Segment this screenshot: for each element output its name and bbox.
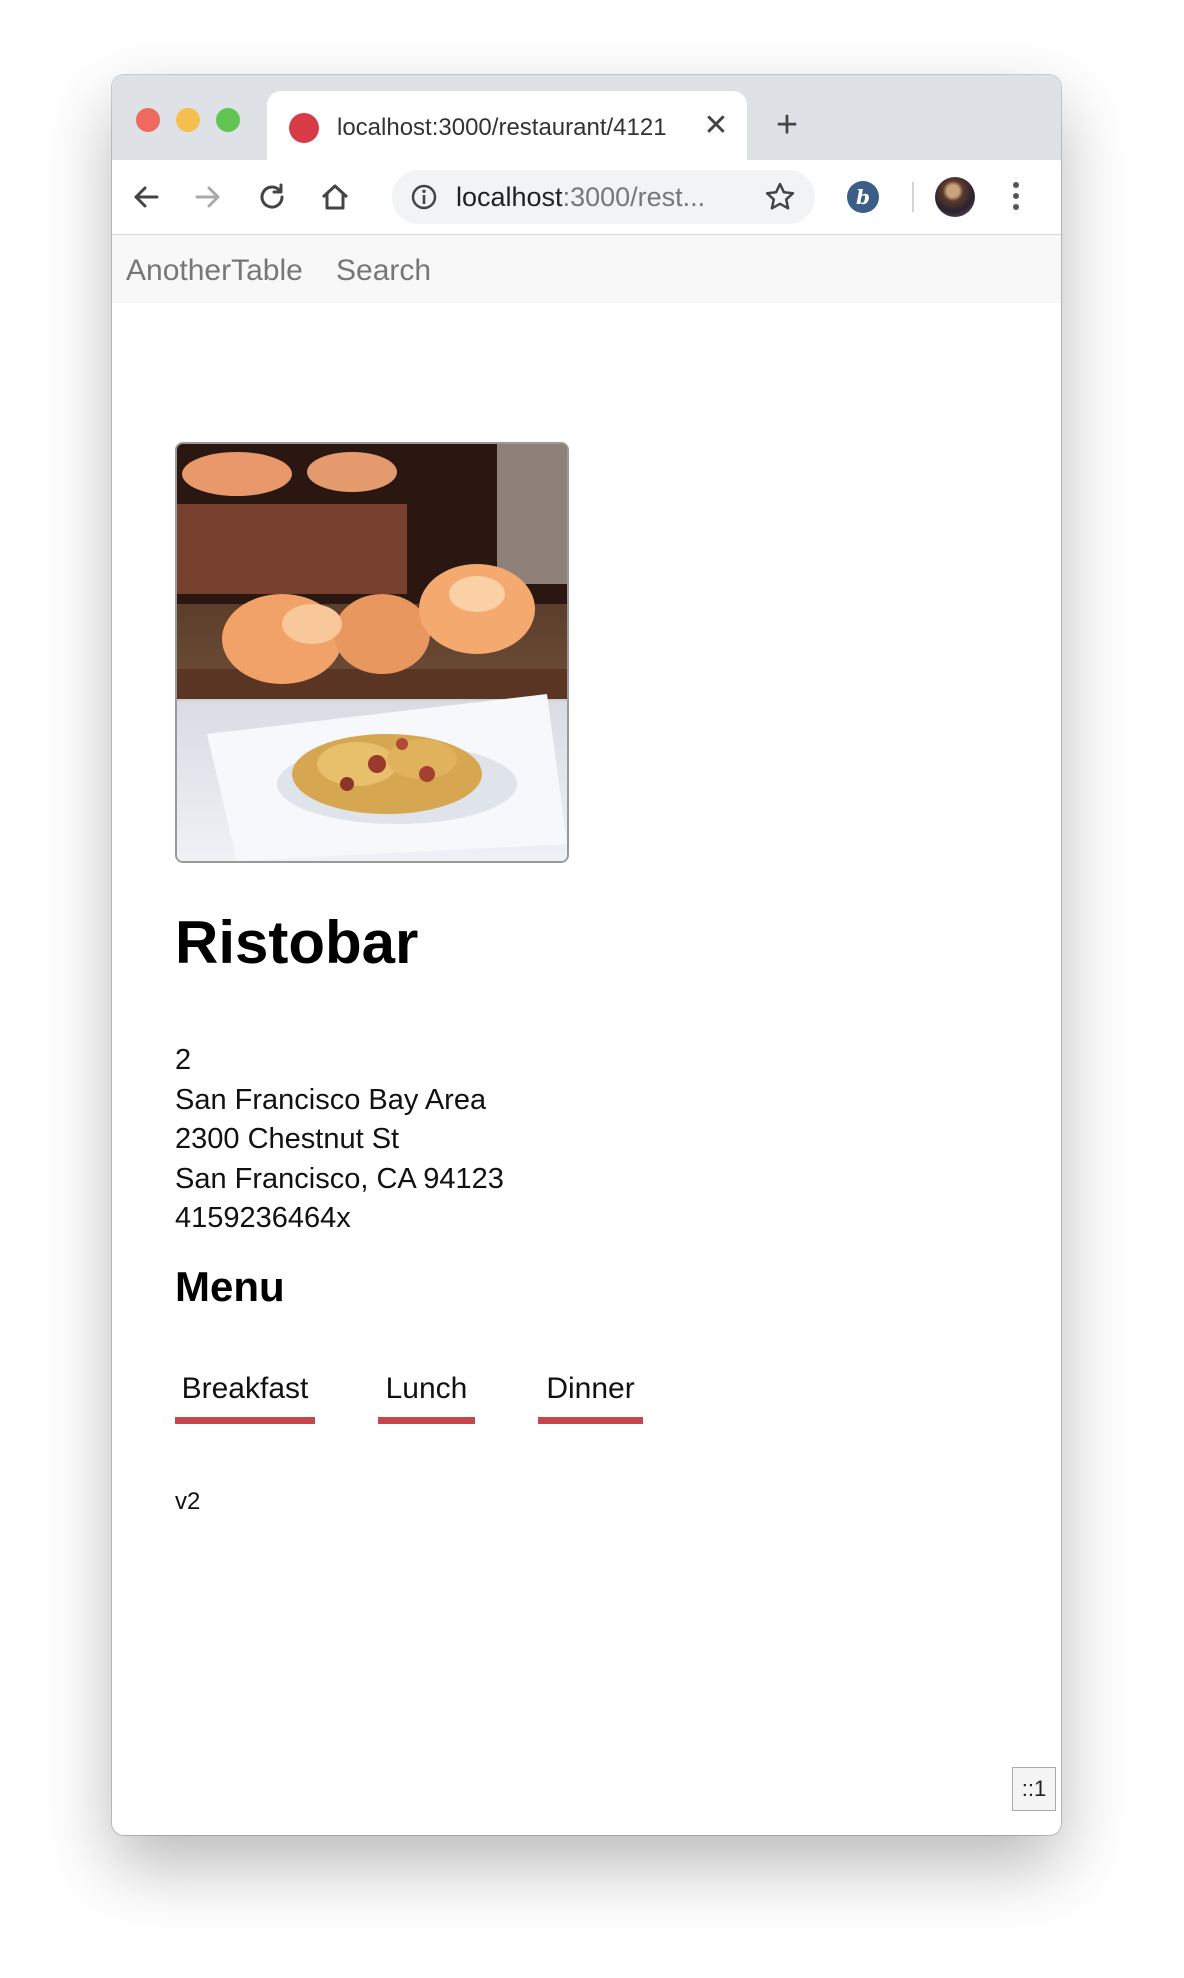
tab-close-icon[interactable]: ✕ <box>699 109 733 143</box>
city-state-zip: San Francisco, CA 94123 <box>175 1162 504 1195</box>
area: San Francisco Bay Area <box>175 1083 487 1116</box>
tab-strip: localhost:3000/restaurant/4121 ✕ + <box>112 75 1061 160</box>
restaurant-photo <box>175 442 569 863</box>
menu-kebab-icon[interactable] <box>1006 178 1026 218</box>
toolbar-divider <box>912 182 914 212</box>
info-icon[interactable] <box>410 183 438 211</box>
restaurant-info: 2 San Francisco Bay Area 2300 Chestnut S… <box>175 1041 504 1239</box>
street-address: 2300 Chestnut St <box>175 1123 400 1155</box>
site-navbar: AnotherTable Search <box>112 235 1061 303</box>
price-rating: 2 <box>175 1044 192 1076</box>
close-window-button[interactable] <box>136 108 160 132</box>
favicon-icon <box>289 113 319 143</box>
extension-icon[interactable]: b <box>847 181 879 213</box>
nav-search-link[interactable]: Search <box>336 253 431 289</box>
tab-breakfast[interactable]: Breakfast <box>175 1369 315 1424</box>
browser-tab[interactable]: localhost:3000/restaurant/4121 ✕ <box>267 91 747 160</box>
home-icon[interactable] <box>315 177 355 217</box>
version-label: v2 <box>175 1488 201 1515</box>
browser-toolbar: localhost:3000/rest... b <box>112 160 1061 235</box>
forward-icon[interactable] <box>188 177 228 217</box>
url-text[interactable]: localhost:3000/rest... <box>456 180 746 214</box>
address-bar[interactable]: localhost:3000/rest... <box>392 170 815 224</box>
nav-brand-link[interactable]: AnotherTable <box>126 253 303 289</box>
minimize-window-button[interactable] <box>176 108 200 132</box>
menu-heading: Menu <box>175 1263 285 1310</box>
back-icon[interactable] <box>126 177 166 217</box>
maximize-window-button[interactable] <box>216 108 240 132</box>
reload-icon[interactable] <box>252 177 292 217</box>
url-host: localhost <box>456 182 563 212</box>
tab-title: localhost:3000/restaurant/4121 <box>337 114 667 141</box>
new-tab-button[interactable]: + <box>767 105 807 145</box>
browser-window: localhost:3000/restaurant/4121 ✕ + local… <box>112 75 1061 1835</box>
phone-number: 4159236464x <box>175 1202 351 1234</box>
page-content: Ristobar 2 San Francisco Bay Area 2300 C… <box>112 303 1061 1835</box>
star-icon[interactable] <box>764 181 796 213</box>
tab-dinner[interactable]: Dinner <box>538 1369 643 1424</box>
restaurant-name: Ristobar <box>175 909 419 976</box>
url-rest: :3000/rest... <box>562 182 706 212</box>
profile-avatar[interactable] <box>935 177 975 217</box>
corner-badge: ::1 <box>1012 1767 1056 1811</box>
tab-lunch[interactable]: Lunch <box>378 1369 475 1424</box>
